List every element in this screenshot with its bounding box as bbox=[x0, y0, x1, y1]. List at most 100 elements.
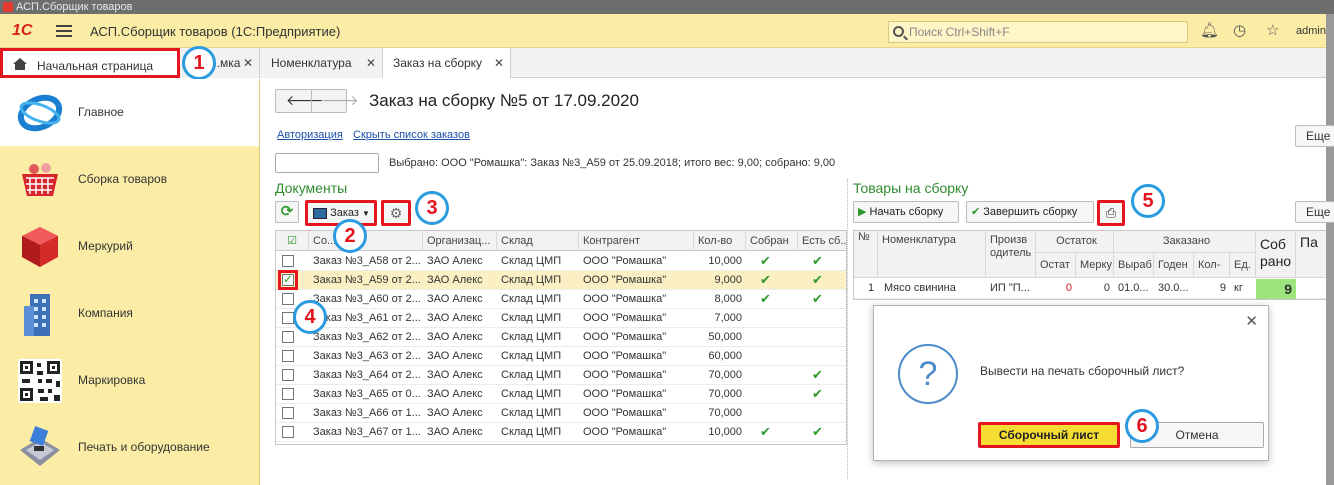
auth-link[interactable]: Авторизация bbox=[277, 129, 343, 141]
table-row[interactable]: Заказ №3_А64 от 2... ЗАО Алекс Склад ЦМП ОО… bbox=[276, 366, 846, 385]
row-checkbox[interactable] bbox=[282, 388, 294, 400]
row-checkbox[interactable] bbox=[282, 426, 294, 438]
assembly-sheet-button[interactable]: Сборочный лист bbox=[978, 422, 1120, 448]
col-unit[interactable]: Ед. bbox=[1230, 253, 1256, 278]
chevron-down-icon: ▼ bbox=[361, 209, 370, 218]
history-icon[interactable]: ◷ bbox=[1233, 23, 1246, 39]
table-row[interactable]: Заказ №3_А63 от 2... ЗАО Алекс Склад ЦМП ОО… bbox=[276, 347, 846, 366]
cell-n: 1 bbox=[868, 282, 875, 294]
sidebar-item-main[interactable]: Главное bbox=[0, 79, 259, 146]
row-checkbox[interactable] bbox=[282, 293, 294, 305]
col-stock-merc[interactable]: Мерку bbox=[1076, 253, 1114, 278]
table-row[interactable]: 1 Мясо свинина ИП "П... 0 0 01.0... 30.0… bbox=[854, 279, 1326, 299]
select-all-icon[interactable]: ☑ bbox=[276, 231, 309, 251]
col-made[interactable]: Выраб bbox=[1114, 253, 1154, 278]
app-title: АСП.Сборщик товаров (1С:Предприятие) bbox=[90, 24, 341, 39]
col-pa[interactable]: Па bbox=[1296, 231, 1326, 278]
cell-org: ЗАО Алекс bbox=[427, 369, 483, 381]
row-checkbox[interactable] bbox=[282, 369, 294, 381]
close-icon[interactable]: ✕ bbox=[366, 48, 376, 78]
tab-assembly-order[interactable]: Заказ на сборку ✕ bbox=[383, 48, 511, 78]
cell-has bbox=[798, 309, 846, 327]
table-row[interactable]: Заказ №3_А67 от 1... ЗАО Алекс Склад ЦМП ОО… bbox=[276, 423, 846, 442]
sidebar-item-label: Меркурий bbox=[78, 239, 133, 253]
sidebar-item-assembly[interactable]: Сборка товаров bbox=[0, 146, 259, 213]
back-arrow-icon[interactable]: 🡐 bbox=[286, 92, 324, 109]
sidebar-item-mercury[interactable]: Меркурий bbox=[0, 213, 259, 280]
building-icon bbox=[24, 294, 50, 336]
hide-orders-link[interactable]: Скрыть список заказов bbox=[353, 129, 470, 141]
cell-contractor: ООО "Ромашка" bbox=[583, 407, 667, 419]
start-assembly-button[interactable]: ▶ Начать сборку bbox=[853, 201, 959, 223]
cell-contractor: ООО "Ромашка" bbox=[583, 331, 667, 343]
row-checkbox[interactable] bbox=[282, 255, 294, 267]
os-title-bar: АСП.Сборщик товаров bbox=[0, 0, 1334, 14]
close-icon[interactable]: ✕ bbox=[1245, 312, 1258, 330]
table-row[interactable]: Заказ №3_А58 от 2... ЗАО Алекс Склад ЦМП ОО… bbox=[276, 252, 846, 271]
star-icon[interactable]: ☆ bbox=[1266, 23, 1279, 39]
col-qty[interactable]: Кол-во bbox=[694, 231, 746, 251]
col-warehouse[interactable]: Склад bbox=[497, 231, 579, 251]
cell-qty: 9,000 bbox=[714, 274, 742, 286]
callout-4: 4 bbox=[293, 300, 327, 334]
more-button-top[interactable]: Еще bbox=[1295, 125, 1334, 147]
documents-title: Документы bbox=[275, 180, 348, 196]
row-checkbox[interactable] bbox=[282, 331, 294, 343]
user-name[interactable]: admin bbox=[1296, 25, 1326, 37]
sidebar-item-printing[interactable]: Печать и оборудование bbox=[0, 414, 259, 481]
table-row[interactable]: Заказ №3_А60 от 2... ЗАО Алекс Склад ЦМП ОО… bbox=[276, 290, 846, 309]
col-has[interactable]: Есть сб... bbox=[798, 231, 846, 251]
cell-org: ЗАО Алекс bbox=[427, 255, 483, 267]
forward-arrow-icon[interactable]: 🡒 bbox=[321, 92, 359, 109]
cell-qty: 60,000 bbox=[708, 350, 742, 362]
qr-code-icon bbox=[18, 359, 62, 403]
sidebar-item-marking[interactable]: Маркировка bbox=[0, 347, 259, 414]
col-n[interactable]: № bbox=[854, 231, 878, 278]
col-stock[interactable]: Остаток bbox=[1036, 231, 1114, 253]
col-collected[interactable]: Собран bbox=[746, 231, 798, 251]
tab-nomenclature[interactable]: Номенклатура ✕ bbox=[261, 48, 383, 78]
row-checkbox[interactable] bbox=[278, 270, 298, 290]
sidebar-item-company[interactable]: Компания bbox=[0, 280, 259, 347]
sidebar-item-label: Маркировка bbox=[78, 373, 146, 387]
cell-valid: 30.0... bbox=[1158, 282, 1189, 294]
table-row[interactable]: Заказ №3_А59 от 2... ЗАО Алекс Склад ЦМП ОО… bbox=[276, 270, 846, 290]
filter-input[interactable] bbox=[275, 153, 379, 173]
more-button-goods[interactable]: Еще bbox=[1295, 201, 1334, 223]
cell-org: ЗАО Алекс bbox=[427, 274, 483, 286]
tab-home[interactable]: Начальная страница bbox=[0, 48, 180, 78]
refresh-icon[interactable]: ⟳ bbox=[275, 201, 299, 223]
table-row[interactable]: Заказ №3_А61 от 2... ЗАО Алекс Склад ЦМП ОО… bbox=[276, 309, 846, 328]
main-menu-icon[interactable] bbox=[56, 25, 72, 37]
col-ord-qty[interactable]: Кол- bbox=[1194, 253, 1230, 278]
cell-wh: Склад ЦМП bbox=[501, 350, 562, 362]
bell-icon[interactable]: 🔔︎ bbox=[1200, 23, 1219, 39]
panel-splitter[interactable] bbox=[847, 179, 848, 479]
tab-label: Начальная страница bbox=[37, 59, 154, 73]
col-collected-goods[interactable]: Соб рано bbox=[1256, 231, 1296, 278]
col-ordered[interactable]: Заказано bbox=[1114, 231, 1256, 253]
settings-button[interactable]: ⚙ bbox=[381, 200, 411, 226]
col-name[interactable]: Номенклатура bbox=[878, 231, 986, 278]
cell-collected bbox=[746, 385, 798, 403]
table-row[interactable]: Заказ №3_А62 от 2... ЗАО Алекс Склад ЦМП ОО… bbox=[276, 328, 846, 347]
col-contractor[interactable]: Контрагент bbox=[579, 231, 694, 251]
1c-logo-icon[interactable]: 1C bbox=[12, 22, 32, 40]
table-row[interactable]: Заказ №3_А65 от 0... ЗАО Алекс Склад ЦМП ОО… bbox=[276, 385, 846, 404]
cell-wh: Склад ЦМП bbox=[501, 407, 562, 419]
print-button[interactable]: ⎙ bbox=[1097, 200, 1125, 226]
cell-collected bbox=[746, 404, 798, 422]
col-producer[interactable]: Произв одитель bbox=[986, 231, 1036, 278]
close-icon[interactable]: ✕ bbox=[243, 48, 253, 78]
col-stock-rest[interactable]: Остат bbox=[1036, 253, 1076, 278]
row-checkbox[interactable] bbox=[282, 350, 294, 362]
col-org[interactable]: Организац... bbox=[423, 231, 497, 251]
cell-qty: 10,000 bbox=[708, 426, 742, 438]
finish-assembly-button[interactable]: ✔ Завершить сборку bbox=[966, 201, 1094, 223]
close-icon[interactable]: ✕ bbox=[494, 48, 504, 78]
cell-stock: 0 bbox=[1065, 282, 1072, 294]
search-input[interactable]: Поиск Ctrl+Shift+F bbox=[888, 21, 1188, 43]
row-checkbox[interactable] bbox=[282, 407, 294, 419]
col-valid[interactable]: Годен bbox=[1154, 253, 1194, 278]
table-row[interactable]: Заказ №3_А66 от 1... ЗАО Алекс Склад ЦМП ОО… bbox=[276, 404, 846, 423]
